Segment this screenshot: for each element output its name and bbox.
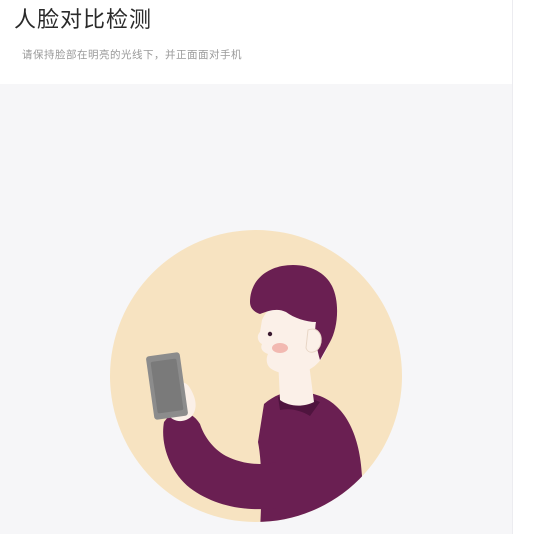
- page-title: 人脸对比检测: [14, 8, 153, 33]
- header-card: 人脸对比检测 请保持脸部在明亮的光线下，并正面面对手机: [0, 0, 512, 84]
- instruction-text: 请保持脸部在明亮的光线下，并正面面对手机: [22, 49, 242, 61]
- face-scan-illustration-icon: [110, 230, 402, 522]
- face-compare-screen: 人脸对比检测 请保持脸部在明亮的光线下，并正面面对手机: [0, 0, 534, 534]
- right-edge-panel: [512, 0, 534, 534]
- eye: [267, 331, 273, 337]
- cheek: [272, 343, 288, 353]
